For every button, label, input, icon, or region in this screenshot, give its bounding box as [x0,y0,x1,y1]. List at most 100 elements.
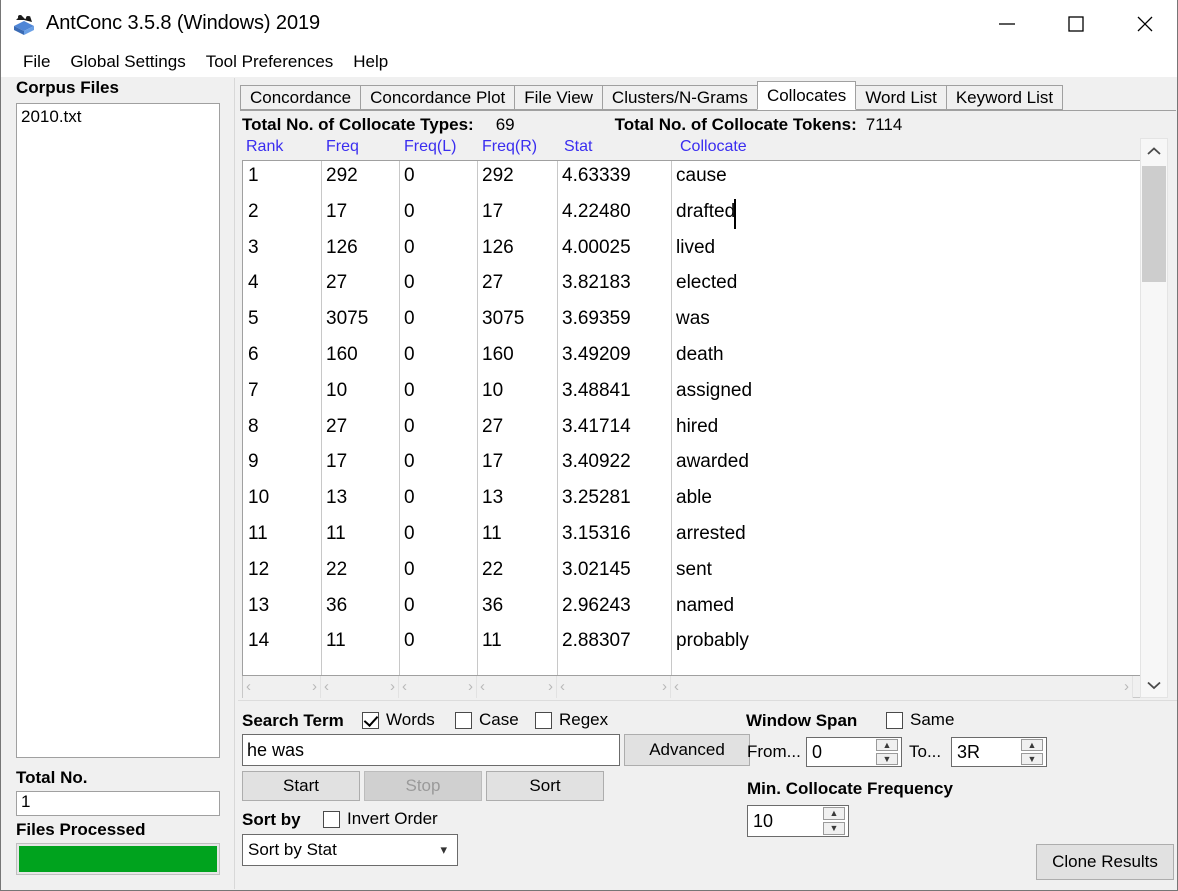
column-hscrollbar[interactable]: ‹ › [671,676,1133,698]
window-span-from-stepper[interactable]: 0 ▲ ▼ [806,737,902,767]
column-header-collocate[interactable]: Collocate [680,138,747,156]
stepper-up-icon[interactable]: ▲ [1021,739,1043,751]
chevron-left-icon[interactable]: ‹ [480,678,485,696]
table-row[interactable]: 5 3075 0 3075 3.69359 was [243,304,1141,340]
column-hscrollbar[interactable]: ‹ › [557,676,671,698]
minimize-button[interactable] [972,0,1041,47]
same-checkbox[interactable] [886,712,903,729]
column-header-freq-r[interactable]: Freq(R) [482,138,537,156]
results-grid[interactable]: 1 292 0 292 4.63339 cause 2 17 0 17 4.22480 drafted… [242,160,1142,676]
cell-stat: 2.88307 [562,630,631,652]
stepper-down-icon[interactable]: ▼ [823,822,845,835]
tab-file-view[interactable]: File View [514,85,603,110]
column-hscrollbar[interactable]: ‹ › [399,676,477,698]
words-checkbox[interactable] [362,712,379,729]
stepper-down-icon[interactable]: ▼ [1021,753,1043,765]
table-row[interactable]: 2 17 0 17 4.22480 drafted [243,197,1141,233]
chevron-right-icon[interactable]: › [662,678,667,696]
cell-freqL: 0 [404,558,415,580]
vertical-scrollbar[interactable] [1140,138,1168,698]
tab-clusters-n-grams[interactable]: Clusters/N-Grams [601,85,758,110]
chevron-right-icon[interactable]: › [390,678,395,696]
scrollbar-thumb[interactable] [1142,166,1166,282]
cell-freqR: 3075 [482,308,525,330]
chevron-right-icon[interactable]: › [1124,678,1129,696]
chevron-left-icon[interactable]: ‹ [674,678,679,696]
tab-concordance-plot[interactable]: Concordance Plot [360,85,516,110]
chevron-right-icon[interactable]: › [548,678,553,696]
stepper-buttons[interactable]: ▲ ▼ [1021,738,1043,766]
close-button[interactable] [1110,0,1177,47]
collocate-types-label: Total No. of Collocate Types: [242,115,474,134]
menu-item-tool-preferences[interactable]: Tool Preferences [196,50,344,74]
corpus-files-label: Corpus Files [16,78,119,97]
table-row[interactable]: 10 13 0 13 3.25281 able [243,483,1141,519]
search-controls: Search Term Words Case Regex he was Adva… [238,700,1177,889]
clone-results-button[interactable]: Clone Results [1036,844,1174,880]
minimize-icon [998,22,1015,25]
case-label: Case [479,710,519,729]
stop-button[interactable]: Stop [364,771,482,801]
chevron-left-icon[interactable]: ‹ [246,678,251,696]
table-row[interactable]: 12 22 0 22 3.02145 sent [243,555,1141,591]
sort-by-select[interactable]: Sort by Stat ▾ [242,834,458,866]
regex-checkbox[interactable] [535,712,552,729]
scroll-up-button[interactable] [1141,139,1167,163]
column-header-stat[interactable]: Stat [564,138,592,156]
cell-stat: 3.02145 [562,558,631,580]
list-item[interactable]: 2010.txt [17,104,219,127]
table-row[interactable]: 4 27 0 27 3.82183 elected [243,268,1141,304]
stepper-buttons[interactable]: ▲ ▼ [823,806,845,836]
window-span-to-stepper[interactable]: 3R ▲ ▼ [951,737,1047,767]
chevron-left-icon[interactable]: ‹ [324,678,329,696]
column-hscrollbar[interactable]: ‹ › [321,676,399,698]
stepper-up-icon[interactable]: ▲ [823,807,845,820]
search-input[interactable]: he was [242,734,620,766]
table-row[interactable]: 6 160 0 160 3.49209 death [243,340,1141,376]
chevron-left-icon[interactable]: ‹ [402,678,407,696]
table-row[interactable]: 8 27 0 27 3.41714 hired [243,412,1141,448]
cell-freq: 292 [326,165,358,186]
tab-collocates[interactable]: Collocates [756,81,857,110]
column-hscrollbar[interactable]: ‹ › [477,676,557,698]
chevron-right-icon[interactable]: › [468,678,473,696]
maximize-button[interactable] [1041,0,1110,47]
title-bar: AntConc 3.5.8 (Windows) 2019 [1,0,1177,47]
advanced-button[interactable]: Advanced [624,734,750,766]
column-hscrollbar[interactable]: ‹ › [243,676,321,698]
scroll-down-button[interactable] [1141,673,1167,697]
start-button[interactable]: Start [242,771,360,801]
cell-freqL: 0 [404,308,415,330]
chevron-left-icon[interactable]: ‹ [560,678,565,696]
cell-rank: 3 [248,236,259,258]
scrollbar-track[interactable] [1141,163,1167,673]
menu-item-global-settings[interactable]: Global Settings [60,50,195,74]
table-row[interactable]: 11 11 0 11 3.15316 arrested [243,519,1141,555]
table-row[interactable]: 7 10 0 10 3.48841 assigned [243,376,1141,412]
stepper-down-icon[interactable]: ▼ [876,753,898,765]
chevron-right-icon[interactable]: › [312,678,317,696]
tab-keyword-list[interactable]: Keyword List [945,85,1064,110]
cell-freq: 36 [326,594,348,616]
table-row[interactable]: 9 17 0 17 3.40922 awarded [243,447,1141,483]
sort-button[interactable]: Sort [486,771,604,801]
table-row[interactable]: 14 11 0 11 2.88307 probably [243,626,1141,662]
cell-freqR: 27 [482,415,504,437]
table-row[interactable]: 13 36 0 36 2.96243 named [243,591,1141,627]
tab-concordance[interactable]: Concordance [240,85,362,110]
stepper-buttons[interactable]: ▲ ▼ [876,738,898,766]
to-value: 3R [957,741,981,762]
column-header-freq[interactable]: Freq [326,138,359,156]
table-row[interactable]: 3 126 0 126 4.00025 lived [243,233,1141,269]
invert-order-checkbox[interactable] [323,811,340,828]
menu-item-help[interactable]: Help [343,50,398,74]
stepper-up-icon[interactable]: ▲ [876,739,898,751]
column-header-freq-l[interactable]: Freq(L) [404,138,456,156]
table-row[interactable]: 1 292 0 292 4.63339 cause [243,161,1141,197]
min-collocate-frequency-stepper[interactable]: 10 ▲ ▼ [747,805,849,837]
tab-word-list[interactable]: Word List [855,85,947,110]
corpus-file-list[interactable]: 2010.txt [16,103,220,758]
column-header-rank[interactable]: Rank [246,138,283,156]
menu-item-file[interactable]: File [13,50,60,74]
case-checkbox[interactable] [455,712,472,729]
